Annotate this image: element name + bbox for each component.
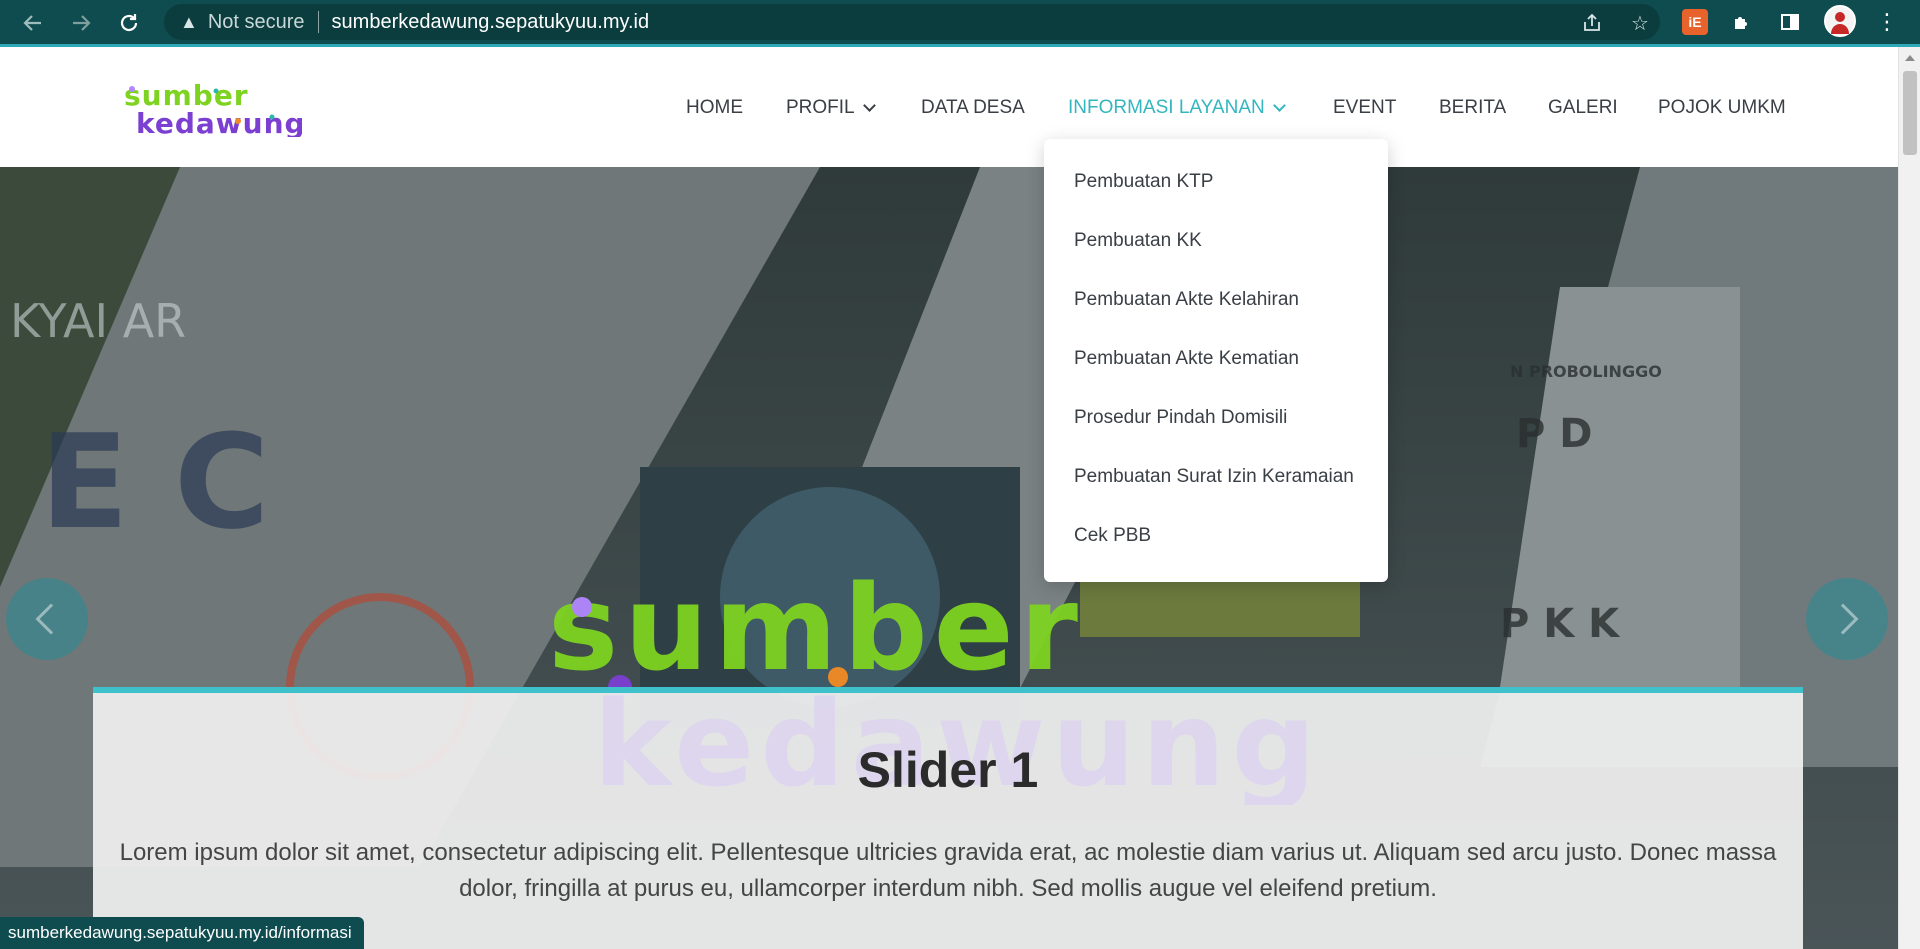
url-text: sumberkedawung.sepatukyuu.my.id xyxy=(331,10,650,33)
profile-avatar[interactable] xyxy=(1824,5,1856,37)
sidebar-icon[interactable] xyxy=(1777,9,1803,35)
warning-icon: ▲ xyxy=(180,11,198,32)
svg-text:sumber: sumber xyxy=(548,559,1084,697)
hero-slider: KYAI AR E C N PROBOLINGGO P D P K K sumb… xyxy=(0,167,1898,949)
dropdown-item-akte-kelahiran[interactable]: Pembuatan Akte Kelahiran xyxy=(1074,289,1299,311)
svg-text:N PROBOLINGGO: N PROBOLINGGO xyxy=(1510,362,1662,381)
nav-berita-label: BERITA xyxy=(1439,97,1507,118)
informasi-layanan-dropdown: Pembuatan KTP Pembuatan KK Pembuatan Akt… xyxy=(1044,139,1388,582)
slider-next-button[interactable] xyxy=(1806,578,1888,660)
menu-dots-icon[interactable]: ⋮ xyxy=(1874,9,1900,35)
slider-prev-button[interactable] xyxy=(6,578,88,660)
chevron-right-icon xyxy=(1827,603,1859,635)
nav-galeri-label: GALERI xyxy=(1548,97,1618,118)
svg-text:kedawung: kedawung xyxy=(136,107,302,137)
security-label: Not secure xyxy=(207,10,305,33)
nav-event[interactable]: EVENT xyxy=(1333,97,1396,119)
address-separator xyxy=(317,11,319,33)
back-icon[interactable] xyxy=(18,8,48,38)
nav-home-label: HOME xyxy=(686,97,743,118)
status-url-bubble: sumberkedawung.sepatukyuu.my.id/informas… xyxy=(0,917,364,949)
site-logo[interactable]: sumber kedawung xyxy=(122,77,305,140)
reload-icon[interactable] xyxy=(114,8,144,38)
svg-text:P D: P D xyxy=(1516,411,1592,457)
dropdown-item-pembuatan-kk[interactable]: Pembuatan KK xyxy=(1074,230,1202,252)
nav-data-desa[interactable]: DATA DESA xyxy=(921,97,1025,119)
scroll-thumb[interactable] xyxy=(1903,71,1917,155)
svg-text:KYAI AR: KYAI AR xyxy=(10,294,186,348)
scroll-up-arrow-icon[interactable] xyxy=(1905,55,1915,61)
nav-event-label: EVENT xyxy=(1333,97,1397,118)
nav-informasi-layanan-label: INFORMASI LAYANAN xyxy=(1068,97,1265,118)
extension-ie-icon[interactable]: iE xyxy=(1682,9,1708,35)
svg-text:P K K: P K K xyxy=(1500,601,1621,647)
dropdown-item-cek-pbb[interactable]: Cek PBB xyxy=(1074,525,1151,547)
nav-galeri[interactable]: GALERI xyxy=(1548,97,1618,119)
dropdown-item-izin-keramaian[interactable]: Pembuatan Surat Izin Keramaian xyxy=(1074,466,1354,488)
dropdown-item-pindah-domisili[interactable]: Prosedur Pindah Domisili xyxy=(1074,407,1287,429)
nav-pojok-umkm[interactable]: POJOK UMKM xyxy=(1658,97,1786,119)
nav-pojok-umkm-label: POJOK UMKM xyxy=(1658,97,1786,118)
nav-data-desa-label: DATA DESA xyxy=(921,97,1025,118)
slide-title: Slider 1 xyxy=(857,742,1039,798)
nav-informasi-layanan[interactable]: INFORMASI LAYANAN xyxy=(1068,97,1286,119)
puzzle-icon[interactable] xyxy=(1729,9,1755,35)
chevron-down-icon xyxy=(1272,99,1286,112)
chevron-left-icon xyxy=(35,603,67,635)
site-header: sumber kedawung HOME PROFIL DATA DESA IN… xyxy=(0,47,1898,167)
share-icon[interactable] xyxy=(1580,11,1604,35)
nav-profil[interactable]: PROFIL xyxy=(786,97,876,119)
nav-berita[interactable]: BERITA xyxy=(1439,97,1506,119)
dropdown-item-akte-kematian[interactable]: Pembuatan Akte Kematian xyxy=(1074,348,1299,370)
chevron-down-icon xyxy=(862,99,876,112)
dropdown-item-pembuatan-ktp[interactable]: Pembuatan KTP xyxy=(1074,171,1213,193)
nav-home[interactable]: HOME xyxy=(686,97,743,119)
page-scrollbar[interactable] xyxy=(1898,47,1920,949)
browser-toolbar: ▲ Not secure sumberkedawung.sepatukyuu.m… xyxy=(0,0,1920,46)
slide-caption: kedawung Slider 1 Lorem ipsum dolor sit … xyxy=(93,685,1803,949)
nav-profil-label: PROFIL xyxy=(786,97,855,118)
forward-icon[interactable] xyxy=(66,8,96,38)
svg-text:E C: E C xyxy=(40,406,269,558)
address-bar[interactable]: ▲ Not secure sumberkedawung.sepatukyuu.m… xyxy=(164,4,1660,40)
slide-text: Lorem ipsum dolor sit amet, consectetur … xyxy=(119,839,1777,902)
star-icon[interactable]: ☆ xyxy=(1628,11,1652,35)
